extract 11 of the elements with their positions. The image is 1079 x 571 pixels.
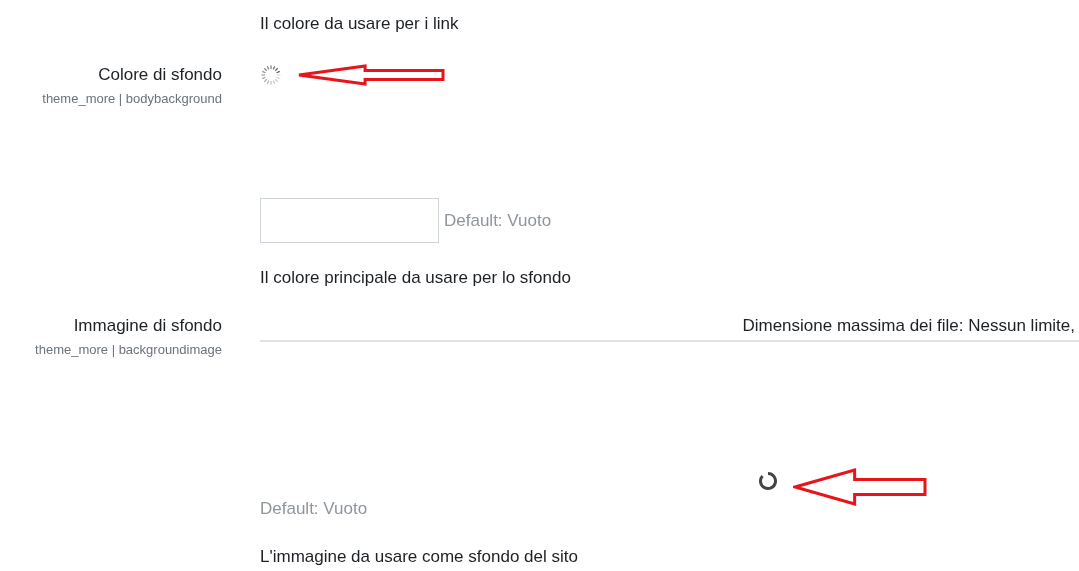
setting-description: Il colore principale da usare per lo sfondo [260, 267, 572, 289]
default-value: Default: Vuoto [444, 209, 552, 232]
color-input-field[interactable] [260, 198, 439, 243]
max-file-size: Dimensione massima dei file: Nessun limite, [742, 315, 1076, 337]
setting-identifier: theme_more | backgroundimage [35, 341, 222, 359]
setting-identifier: theme_more | bodybackground [42, 90, 222, 108]
setting-description: Il colore da usare per i link [260, 14, 459, 33]
setting-label: Immagine di sfondo [73, 315, 222, 337]
setting-description: L'immagine da usare come sfondo del sito [260, 546, 579, 568]
default-value: Default: Vuoto [260, 498, 369, 520]
setting-label: Colore di sfondo [98, 64, 222, 86]
